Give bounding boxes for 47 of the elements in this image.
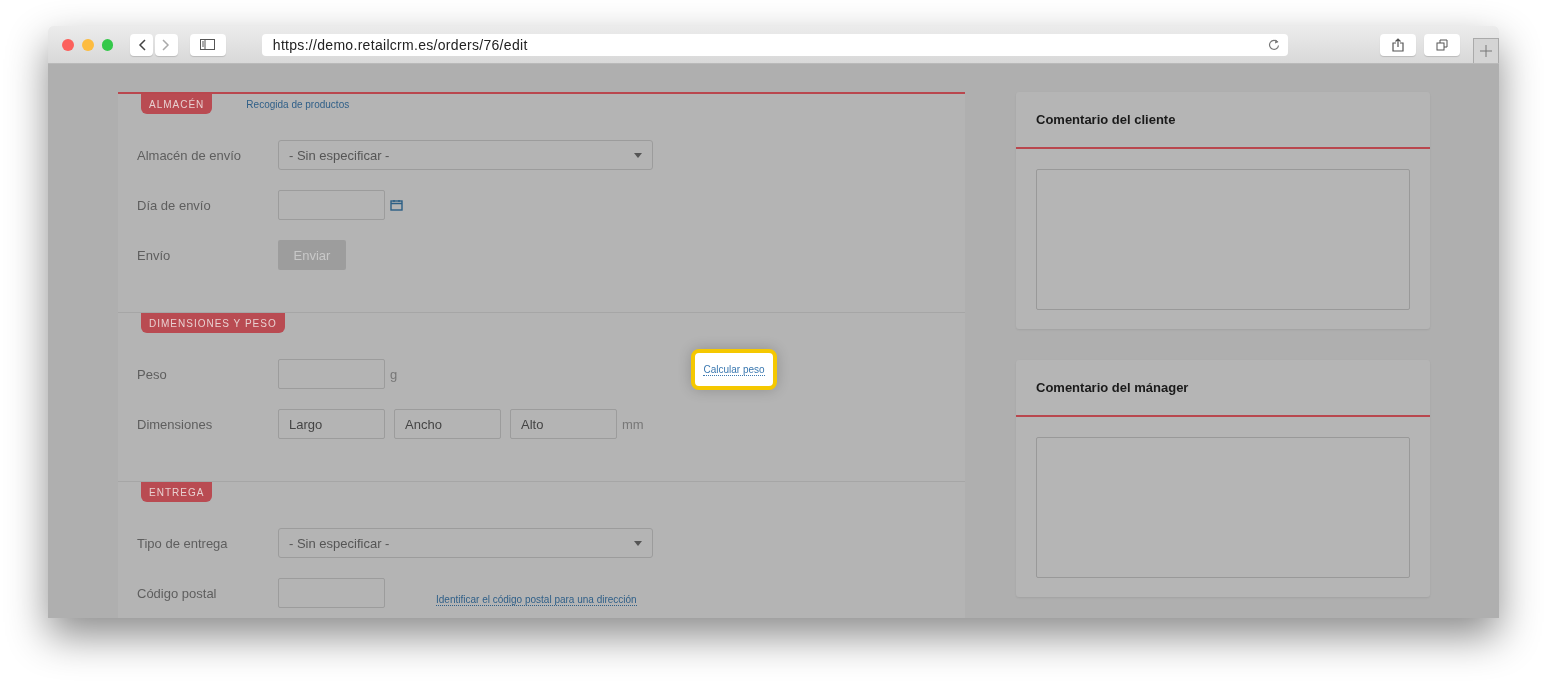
close-icon[interactable] bbox=[62, 38, 74, 51]
weight-field[interactable] bbox=[278, 359, 385, 389]
field-label: Peso bbox=[137, 366, 168, 382]
pickup-link[interactable]: Recogida de productos bbox=[246, 98, 350, 110]
field-label: Dimensiones bbox=[137, 416, 214, 432]
card-title: Comentario del mánager bbox=[1016, 360, 1430, 417]
identify-postal-code-link[interactable]: Identificar el código postal para una dirección bbox=[436, 594, 637, 606]
postal-code-field[interactable] bbox=[278, 578, 385, 608]
back-button[interactable] bbox=[130, 33, 153, 56]
calendar-icon[interactable] bbox=[390, 199, 403, 211]
comment-textarea[interactable] bbox=[1036, 437, 1410, 578]
address-bar[interactable]: https://demo.retailcrm.es/orders/76/edit bbox=[261, 33, 1288, 56]
field-label: Almacén de envío bbox=[137, 147, 243, 163]
calculate-weight-link[interactable]: Calcular peso bbox=[703, 363, 765, 376]
date-field[interactable] bbox=[278, 190, 385, 220]
share-icon bbox=[1391, 37, 1404, 52]
forward-button[interactable] bbox=[154, 33, 178, 56]
new-tab-button[interactable] bbox=[1473, 38, 1499, 63]
section-tag: ALMACÉN bbox=[141, 94, 213, 114]
minimize-icon[interactable] bbox=[81, 38, 94, 51]
dimension-field[interactable]: Largo bbox=[278, 409, 385, 439]
section-tag: ENTREGA bbox=[141, 482, 213, 502]
field-label: Código postal bbox=[137, 585, 218, 601]
caret-icon bbox=[634, 540, 642, 546]
tabs-icon bbox=[1436, 38, 1449, 51]
field-label: Tipo de entrega bbox=[137, 535, 229, 551]
dropdown[interactable]: - Sin especificar - bbox=[278, 528, 653, 558]
sidebar-icon bbox=[200, 39, 216, 50]
field-label: Envío bbox=[137, 247, 172, 263]
comment-textarea[interactable] bbox=[1036, 169, 1410, 310]
section-tag: DIMENSIONES Y PESO bbox=[141, 313, 285, 333]
dimension-field[interactable]: Ancho bbox=[394, 409, 501, 439]
sidebar-button[interactable] bbox=[189, 33, 226, 56]
maximize-icon[interactable] bbox=[101, 38, 114, 51]
share-button[interactable] bbox=[1379, 33, 1417, 56]
unit-label: mm bbox=[622, 416, 644, 432]
dimension-field[interactable]: Alto bbox=[510, 409, 617, 439]
plus-icon bbox=[1480, 45, 1493, 57]
tabs-button[interactable] bbox=[1424, 33, 1461, 56]
chevron-left-icon bbox=[137, 38, 146, 51]
reload-icon[interactable] bbox=[1267, 38, 1280, 51]
field-label: Día de envío bbox=[137, 197, 212, 213]
caret-icon bbox=[634, 152, 642, 158]
card-title: Comentario del cliente bbox=[1016, 92, 1430, 149]
dropdown[interactable]: - Sin especificar - bbox=[278, 140, 653, 170]
unit-label: g bbox=[390, 366, 398, 382]
chevron-right-icon bbox=[162, 38, 171, 51]
